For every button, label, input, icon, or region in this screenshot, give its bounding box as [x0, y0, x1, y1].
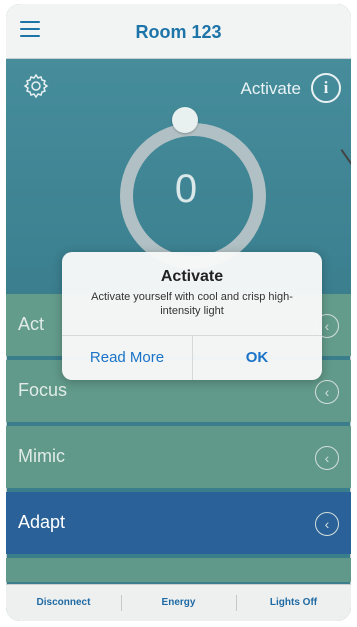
navigation-bar: Room 123	[6, 4, 351, 59]
alert-title: Activate	[160, 268, 224, 285]
lights-off-button[interactable]: Lights Off	[236, 585, 351, 621]
read-more-button[interactable]: Read More	[62, 336, 193, 380]
ok-button[interactable]: OK	[192, 336, 322, 380]
alert-message: Activate yourself with cool and crisp hi…	[91, 291, 293, 317]
bottom-toolbar: Disconnect Energy Lights Off	[6, 584, 351, 621]
page-title: Room 123	[135, 22, 222, 42]
alert-actions: Read More OK	[62, 335, 322, 380]
disconnect-button[interactable]: Disconnect	[6, 585, 121, 621]
energy-button[interactable]: Energy	[121, 585, 236, 621]
info-alert-dialog: Activate Activate yourself with cool and…	[62, 252, 322, 380]
app-screen: Room 123 Activate i 0 Act ‹ Focus ‹ Mimi…	[6, 4, 351, 621]
